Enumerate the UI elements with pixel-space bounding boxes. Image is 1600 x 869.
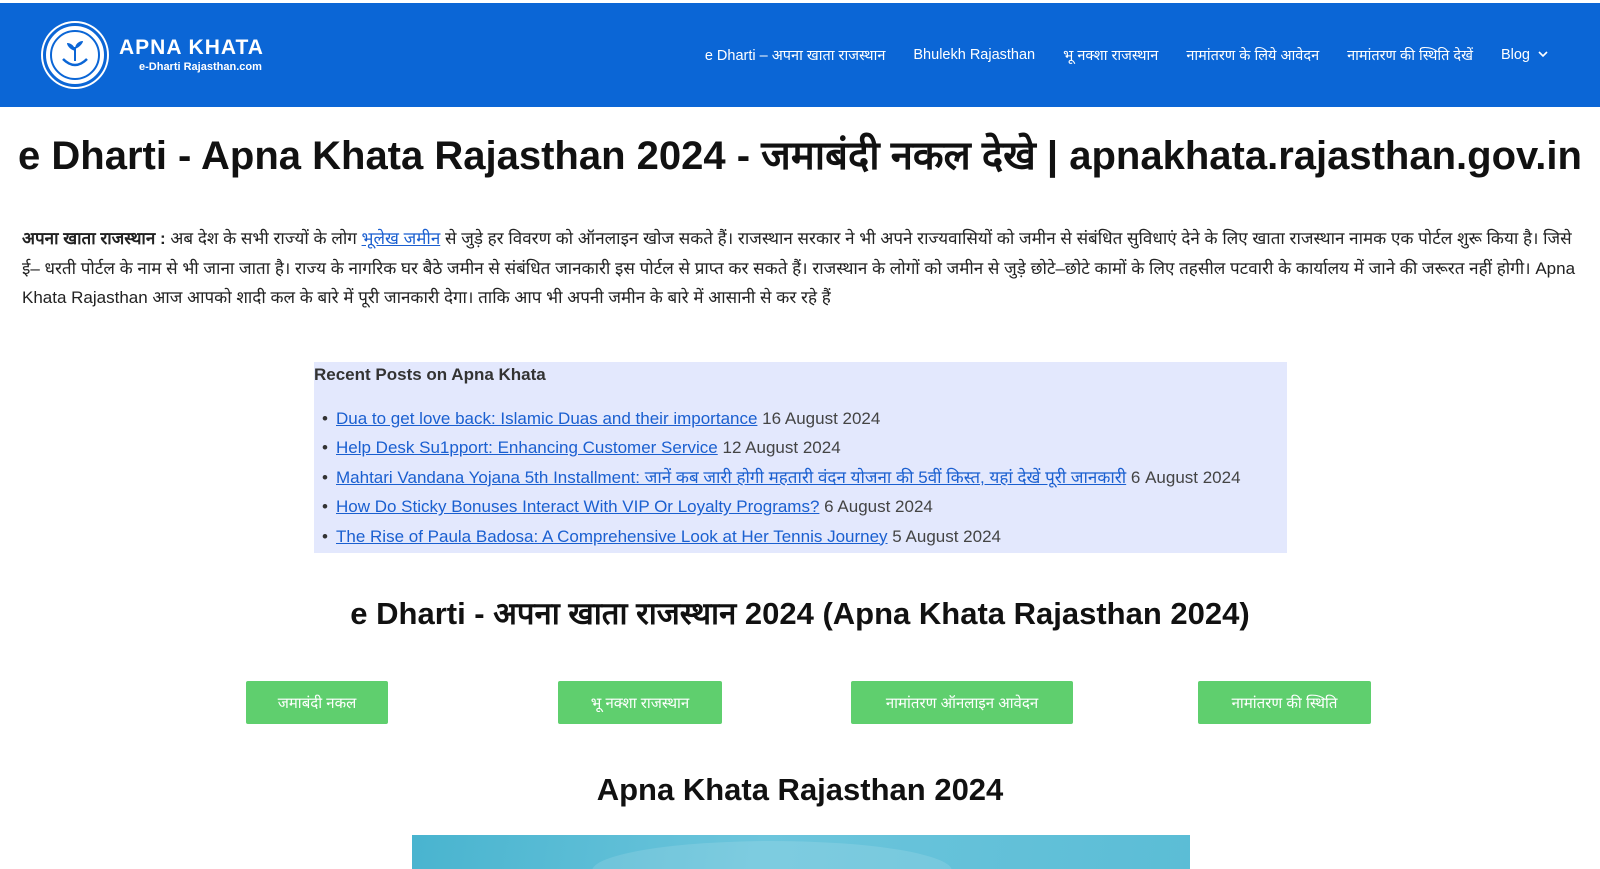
- site-header: APNA KHATA e-Dharti Rajasthan.com e Dhar…: [0, 3, 1600, 107]
- intro-text-1: अब देश के सभी राज्यों के लोग: [165, 229, 362, 248]
- namantaran-apply-button[interactable]: नामांतरण ऑनलाइन आवेदन: [851, 681, 1073, 724]
- recent-posts: Recent Posts on Apna Khata • Dua to get l…: [314, 362, 1287, 553]
- section-heading: e Dharti - अपना खाता राजस्थान 2024 (Apna…: [350, 596, 1250, 631]
- logo-subtitle: e-Dharti Rajasthan.com: [139, 61, 262, 73]
- logo-badge: [43, 23, 107, 87]
- nav-label: e Dharti – अपना खाता राजस्थान: [704, 48, 886, 64]
- nav-item-bhulekh[interactable]: Bhulekh Rajasthan: [913, 47, 1035, 63]
- banner-image: [412, 835, 1190, 869]
- nav-item-namantaran-apply[interactable]: नामांतरण के लिये आवेदन: [1186, 45, 1319, 65]
- site-logo[interactable]: APNA KHATA e-Dharti Rajasthan.com: [43, 23, 264, 87]
- nav-label: Blog: [1500, 47, 1530, 63]
- nav-item-namantaran-status[interactable]: नामांतरण की स्थिति देखें: [1347, 45, 1473, 65]
- recent-posts-title: Recent Posts on Apna Khata: [314, 365, 546, 384]
- nav-item-blog[interactable]: Blog: [1501, 47, 1548, 63]
- post-link[interactable]: How Do Sticky Bonuses Interact With VIP …: [336, 497, 819, 516]
- plant-in-hands-icon: [50, 30, 100, 80]
- namantaran-status-button[interactable]: नामांतरण की स्थिति: [1198, 681, 1371, 724]
- nav-item-edharti[interactable]: e Dharti – अपना खाता राजस्थान: [705, 45, 886, 65]
- jamabandi-nakal-button[interactable]: जमाबंदी नकल: [246, 681, 388, 724]
- nav-label: भू नक्शा राजस्थान: [1063, 48, 1159, 64]
- post-link[interactable]: The Rise of Paula Badosa: A Comprehensiv…: [336, 527, 888, 546]
- page-title: e Dharti - Apna Khata Rajasthan 2024 - ज…: [18, 134, 1582, 178]
- nav-item-bhu-naksha[interactable]: भू नक्शा राजस्थान: [1063, 45, 1158, 65]
- post-date: 6 August 2024: [824, 497, 933, 517]
- post-date: 6 August 2024: [1130, 467, 1241, 487]
- logo-title: APNA KHATA: [119, 36, 264, 59]
- recent-posts-list: • Dua to get love back: Islamic Duas and …: [322, 404, 1241, 551]
- list-item: • How Do Sticky Bonuses Interact With VIP…: [322, 497, 933, 517]
- bhulekh-link[interactable]: भूलेख जमीन: [362, 229, 441, 248]
- nav-label: नामांतरण के लिये आवेदन: [1186, 48, 1320, 64]
- bhu-naksha-button[interactable]: भू नक्शा राजस्थान: [558, 681, 722, 724]
- post-link[interactable]: Mahtari Vandana Yojana 5th Installment: …: [336, 468, 1126, 487]
- post-date: 12 August 2024: [722, 438, 841, 458]
- list-item: • Help Desk Su1pport: Enhancing Customer …: [322, 438, 841, 458]
- main-nav: e Dharti – अपना खाता राजस्थान Bhulekh Ra…: [677, 3, 1548, 107]
- post-date: 5 August 2024: [892, 526, 1002, 546]
- intro-lead: अपना खाता राजस्थान :: [22, 229, 166, 248]
- list-item: • Dua to get love back: Islamic Duas and …: [322, 409, 881, 428]
- bottom-heading: Apna Khata Rajasthan 2024: [596, 772, 1004, 807]
- list-item: • The Rise of Paula Badosa: A Comprehensi…: [322, 526, 1002, 546]
- post-date: 16 August 2024: [762, 409, 881, 428]
- post-link[interactable]: Dua to get love back: Islamic Duas and t…: [336, 409, 757, 428]
- intro-paragraph: अपना खाता राजस्थान : अब देश के सभी राज्य…: [22, 224, 1582, 313]
- chevron-down-icon: [1538, 49, 1548, 61]
- list-item: • Mahtari Vandana Yojana 5th Installment:…: [322, 467, 1241, 487]
- nav-label: Bhulekh Rajasthan: [913, 47, 1036, 63]
- post-link[interactable]: Help Desk Su1pport: Enhancing Customer S…: [336, 438, 718, 457]
- nav-label: नामांतरण की स्थिति देखें: [1347, 48, 1473, 64]
